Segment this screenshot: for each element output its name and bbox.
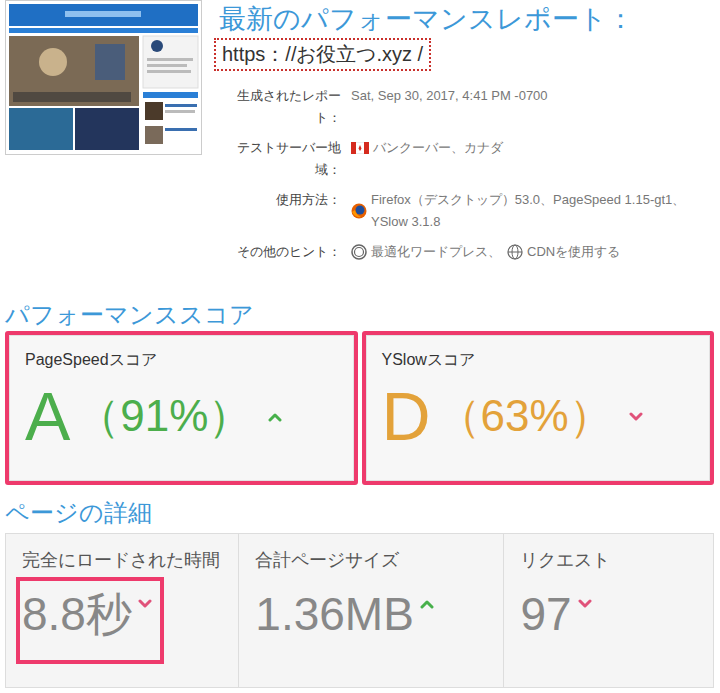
report-page: 最新のパフォーマンスレポート：https：//お役立つ.xyz / 生成されたレポ… <box>0 0 720 688</box>
score-value: D（63%） <box>382 376 695 458</box>
page-details: 完全にロードされた時間 8.8秒 合計ページサイズ 1.36MB リクエスト 97 <box>5 533 714 688</box>
info-text: Sat, Sep 30, 2017, 4:41 PM -0700 <box>351 88 548 103</box>
report-info: 生成されたレポート： Sat, Sep 30, 2017, 4:41 PM -07… <box>229 85 714 263</box>
info-text: 最適化ワードプレス、 <box>371 241 501 263</box>
info-value: バンクーバー、カナダ <box>341 137 714 181</box>
info-item: Firefox（デスクトップ）53.0、PageSpeed 1.15-gt1、Y… <box>351 189 708 233</box>
globe-icon <box>507 244 523 260</box>
firefox-icon <box>351 203 367 219</box>
detail-value-box: 8.8秒 <box>16 577 164 664</box>
details-heading: ページの詳細 <box>5 497 714 529</box>
info-value: Sat, Sep 30, 2017, 4:41 PM -0700 <box>341 85 714 129</box>
up-arrow-icon <box>268 412 282 422</box>
report-header: 最新のパフォーマンスレポート：https：//お役立つ.xyz / 生成されたレポ… <box>5 0 714 271</box>
report-summary: 最新のパフォーマンスレポート：https：//お役立つ.xyz / 生成されたレポ… <box>202 0 714 271</box>
detail-label: 完全にロードされた時間 <box>16 548 228 573</box>
info-text: CDNを使用する <box>527 241 620 263</box>
score-grade: D <box>382 376 431 458</box>
score-percent: （91%） <box>76 390 252 443</box>
scores-heading: パフォーマンススコア <box>5 299 714 331</box>
site-thumbnail <box>5 0 202 155</box>
detail-cell: リクエスト 97 <box>504 534 713 687</box>
detail-label: リクエスト <box>514 548 703 573</box>
down-arrow-icon <box>578 599 592 609</box>
score-label: PageSpeedスコア <box>25 349 338 371</box>
report-title: 最新のパフォーマンスレポート： <box>219 2 714 37</box>
report-url: https：//お役立つ.xyz / <box>214 38 431 71</box>
detail-value: 8.8秒 <box>22 587 132 642</box>
score-card: YSlowスコア D（63%） <box>362 331 715 485</box>
score-cards: PageSpeedスコア A（91%） YSlowスコア D（63%） <box>5 331 714 485</box>
wordpress-icon <box>351 244 367 260</box>
score-percent: （63%） <box>437 390 613 443</box>
canada-flag-icon <box>351 142 369 154</box>
detail-value: 1.36MB <box>255 587 414 642</box>
info-row: テストサーバー地域： バンクーバー、カナダ <box>229 137 714 181</box>
detail-value-box: 97 <box>514 577 603 664</box>
info-value: Firefox（デスクトップ）53.0、PageSpeed 1.15-gt1、Y… <box>341 189 714 233</box>
up-arrow-icon <box>420 599 434 609</box>
info-label: 使用方法： <box>229 189 341 233</box>
info-item: バンクーバー、カナダ <box>351 137 503 159</box>
detail-value: 97 <box>520 587 571 642</box>
detail-cell: 完全にロードされた時間 8.8秒 <box>6 534 239 687</box>
info-text: Firefox（デスクトップ）53.0、PageSpeed 1.15-gt1、Y… <box>371 189 708 233</box>
score-label: YSlowスコア <box>382 349 695 371</box>
score-card: PageSpeedスコア A（91%） <box>5 331 358 485</box>
detail-label: 合計ページサイズ <box>249 548 493 573</box>
info-label: その他のヒント： <box>229 241 341 263</box>
report-url-row: https：//お役立つ.xyz / <box>214 37 714 71</box>
info-text: バンクーバー、カナダ <box>373 137 503 159</box>
detail-value-box: 1.36MB <box>249 577 446 664</box>
info-item: CDNを使用する <box>507 241 620 263</box>
info-item: 最適化ワードプレス、 <box>351 241 501 263</box>
down-arrow-icon <box>629 412 643 422</box>
score-grade: A <box>25 376 70 458</box>
info-row: その他のヒント： 最適化ワードプレス、 CDNを使用する <box>229 241 714 263</box>
info-label: テストサーバー地域： <box>229 137 341 181</box>
score-value: A（91%） <box>25 376 338 458</box>
detail-cell: 合計ページサイズ 1.36MB <box>239 534 504 687</box>
info-label: 生成されたレポート： <box>229 85 341 129</box>
down-arrow-icon <box>138 599 152 609</box>
info-row: 使用方法： Firefox（デスクトップ）53.0、PageSpeed 1.15-… <box>229 189 714 233</box>
info-row: 生成されたレポート： Sat, Sep 30, 2017, 4:41 PM -07… <box>229 85 714 129</box>
info-value: 最適化ワードプレス、 CDNを使用する <box>341 241 714 263</box>
